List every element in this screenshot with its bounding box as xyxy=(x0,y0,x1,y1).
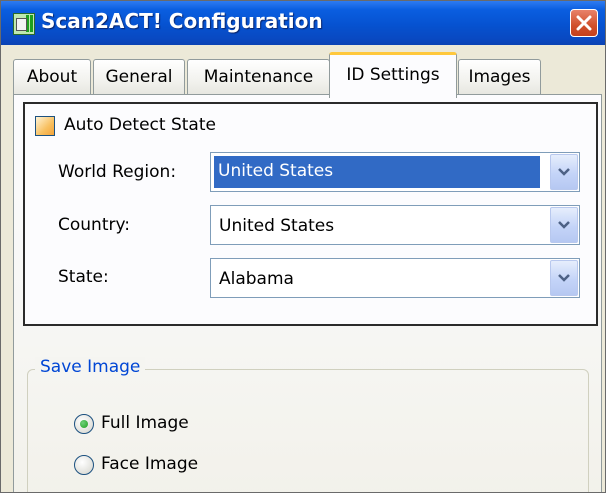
tab-about[interactable]: About xyxy=(13,59,91,95)
world-region-label: World Region: xyxy=(58,162,177,182)
world-region-select[interactable]: United States xyxy=(210,152,580,192)
save-image-legend: Save Image xyxy=(35,357,146,377)
face-image-radio[interactable] xyxy=(74,455,94,475)
chevron-down-icon xyxy=(558,168,570,176)
world-region-value: United States xyxy=(214,156,540,188)
country-select[interactable]: United States xyxy=(210,205,580,245)
tab-images[interactable]: Images xyxy=(458,59,541,95)
state-dropdown-button[interactable] xyxy=(550,260,578,296)
close-button[interactable] xyxy=(570,9,598,37)
title-bar[interactable]: Scan2ACT! Configuration xyxy=(1,1,605,45)
tab-general[interactable]: General xyxy=(93,59,185,95)
face-image-label[interactable]: Face Image xyxy=(101,454,198,474)
chevron-down-icon xyxy=(558,221,570,229)
window-title: Scan2ACT! Configuration xyxy=(41,9,323,33)
auto-detect-state-checkbox[interactable] xyxy=(35,116,55,136)
state-select[interactable]: Alabama xyxy=(210,258,580,298)
state-value: Alabama xyxy=(219,269,294,289)
close-icon xyxy=(576,15,592,31)
full-image-label[interactable]: Full Image xyxy=(101,413,189,433)
state-label: State: xyxy=(58,267,109,287)
world-region-dropdown-button[interactable] xyxy=(550,154,578,190)
scanner-app-icon xyxy=(13,13,35,35)
full-image-radio[interactable] xyxy=(74,414,94,434)
country-dropdown-button[interactable] xyxy=(550,207,578,243)
tab-id-settings[interactable]: ID Settings xyxy=(329,52,457,98)
radio-selected-dot xyxy=(80,420,88,428)
auto-detect-state-label: Auto Detect State xyxy=(64,115,216,135)
config-window: Scan2ACT! Configuration About General Ma… xyxy=(0,0,606,493)
country-label: Country: xyxy=(58,215,131,235)
chevron-down-icon xyxy=(558,274,570,282)
tab-maintenance[interactable]: Maintenance xyxy=(187,59,330,95)
country-value: United States xyxy=(219,216,335,236)
